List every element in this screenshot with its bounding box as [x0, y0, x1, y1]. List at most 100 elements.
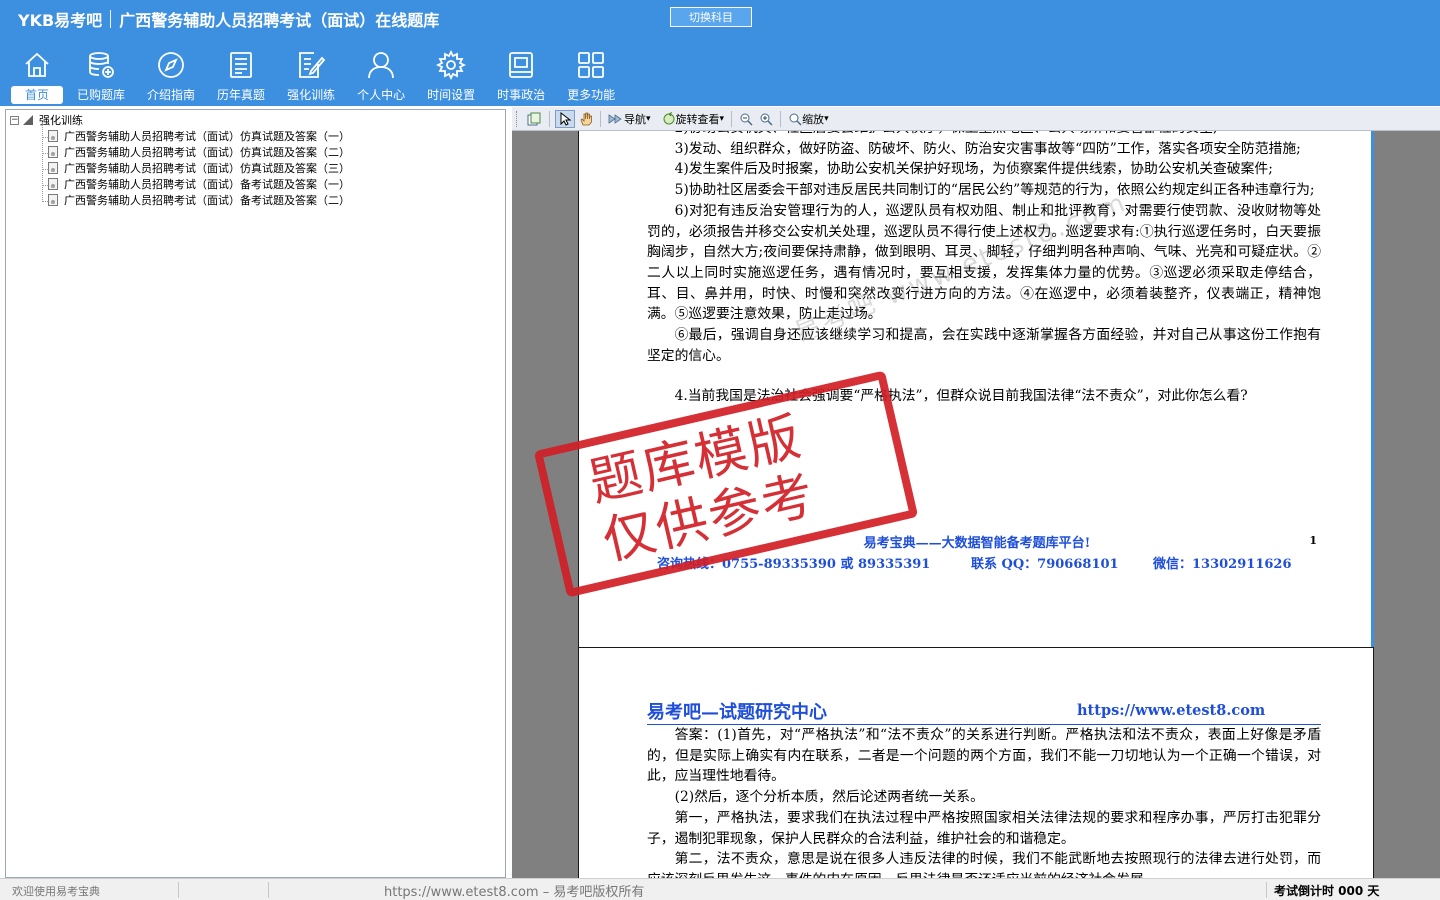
newspaper-icon — [509, 52, 534, 78]
grid-icon — [578, 52, 605, 78]
paragraph: 6)对犯有违反治安管理行为的人，巡逻队员有权劝阻、制止和批评教育，对需要行使罚款… — [647, 202, 1321, 323]
rotate-icon — [663, 111, 675, 124]
collapse-icon[interactable]: − — [10, 115, 19, 125]
tree-item-exam-5[interactable]: 广西警务辅助人员招聘考试（面试）备考试题及答案（二） — [48, 192, 350, 208]
toolbar-grip — [516, 110, 520, 127]
nav-profile[interactable]: 个人中心 — [346, 46, 416, 104]
paragraph: 5)协助社区居委会干部对违反居民共同制订的“居民公约”等规范的行为，依照公约规定… — [674, 182, 1315, 199]
document-icon — [48, 178, 58, 190]
title-separator — [110, 10, 112, 28]
nav-purchased-label: 已购题库 — [77, 88, 126, 102]
list-document-icon — [230, 52, 252, 78]
page-header-url[interactable]: https://www.etest8.com — [1077, 702, 1265, 719]
paragraph: 答案：(1)首先，对“严格执法”和“法不责众”的关系进行判断。严格执法和法不责众… — [647, 727, 1321, 785]
status-separator — [268, 882, 269, 898]
tree-item-label: 广西警务辅助人员招聘考试（面试）备考试题及答案（二） — [64, 194, 350, 207]
hand-tool-button[interactable] — [577, 110, 595, 128]
tree-item-label: 广西警务辅助人员招聘考试（面试）仿真试题及答案（三） — [64, 162, 350, 175]
paragraph: 第一，严格执法，要求我们在执法过程中严格按照国家相关法律法规的要求和程序办事，严… — [647, 809, 1321, 847]
nav-more[interactable]: 更多功能 — [556, 46, 626, 104]
page1-body: 2)协助公安机关、社区居委会维护公共秩序，保卫重点地区、公共场所和要害部位的安全… — [647, 118, 1321, 407]
gear-icon — [436, 50, 467, 80]
nav-past-exams-label: 历年真题 — [217, 88, 266, 102]
paragraph: 第二，法不责众，意思是说在很多人违反法律的时候，我们不能武断地去按照现行的法律去… — [647, 851, 1321, 878]
tree-item-exam-1[interactable]: 广西警务辅助人员招聘考试（面试）仿真试题及答案（一） — [48, 128, 350, 144]
toolbar-separator — [780, 110, 782, 127]
document-icon — [48, 130, 58, 142]
page-footer-qq: 联系 QQ：790668101 — [971, 557, 1119, 572]
zoom-in-button[interactable] — [757, 110, 775, 128]
app-header: YKB易考吧 广西警务辅助人员招聘考试（面试）在线题库 切换科目 首页 已购题库… — [0, 0, 1440, 106]
paragraph: 4.当前我国是法治社会强调要“严格执法”，但群众说目前我国法律“法不责众”，对此… — [674, 388, 1248, 405]
app-logo: YKB易考吧 — [18, 11, 103, 30]
zoom-in-icon — [760, 113, 773, 126]
nav-current-affairs[interactable]: 时事政治 — [486, 46, 556, 104]
nav-home[interactable]: 首页 — [8, 46, 66, 104]
nav-guide[interactable]: 介绍指南 — [136, 46, 206, 104]
page-header-title: 易考吧—试题研究中心 — [647, 702, 827, 723]
document-icon — [48, 162, 58, 174]
main-nav: 首页 已购题库 介绍指南 历年真题 强化训练 个人中心 时间设置 时事政治 更多… — [8, 46, 626, 104]
zoom-label: 缩放 — [802, 112, 825, 126]
tree-item-label: 广西警务辅助人员招聘考试（面试）仿真试题及答案（一） — [64, 130, 350, 143]
tree-item-exam-2[interactable]: 广西警务辅助人员招聘考试（面试）仿真试题及答案（二） — [48, 144, 350, 160]
magnifier-icon — [789, 113, 802, 126]
paragraph: ⑥最后，强调自身还应该继续学习和提高，会在实践中逐渐掌握各方面经验，并对自己从事… — [647, 327, 1321, 364]
document-page-2: 易考吧—试题研究中心 https://www.etest8.com 答案：(1)… — [578, 647, 1374, 878]
nav-more-label: 更多功能 — [567, 88, 616, 102]
tree-item-label: 广西警务辅助人员招聘考试（面试）仿真试题及答案（二） — [64, 146, 350, 159]
page2-body: 答案：(1)首先，对“严格执法”和“法不责众”的关系进行判断。严格执法和法不责众… — [647, 725, 1321, 878]
home-icon — [25, 52, 49, 77]
nav-current-affairs-label: 时事政治 — [497, 88, 546, 102]
zoom-out-button[interactable] — [737, 110, 755, 128]
status-copyright: https://www.etest8.com – 易考吧版权所有 — [384, 885, 645, 900]
select-tool-button[interactable] — [555, 109, 575, 128]
paragraph: (2)然后，逐个分析本质，然后论述两者统一关系。 — [674, 789, 984, 806]
zoom-button[interactable]: 缩放 — [786, 110, 831, 128]
page-footer-wechat: 微信：13302911626 — [1153, 557, 1292, 572]
nav-time-settings[interactable]: 时间设置 — [416, 46, 486, 104]
thumbnail-button[interactable] — [524, 110, 544, 128]
document-icon — [48, 146, 58, 158]
tree-root-label: 强化训练 — [39, 114, 83, 127]
document-icon — [48, 194, 58, 206]
viewer-toolbar: 导航 旋转查看 缩放 — [512, 107, 1440, 131]
pages-icon — [527, 112, 541, 125]
nav-home-label: 首页 — [11, 86, 64, 104]
tree-connector — [42, 122, 43, 200]
document-viewer[interactable]: 2)协助公安机关、社区居委会维护公共秩序，保卫重点地区、公共场所和要害部位的安全… — [512, 107, 1440, 878]
status-separator — [1266, 882, 1267, 898]
nav-training[interactable]: 强化训练 — [276, 46, 346, 104]
tree-root-training[interactable]: − 强化训练 — [10, 112, 83, 128]
page-footer-slogan: 易考宝典——大数据智能备考题库平台! — [863, 536, 1091, 551]
exam-title: 广西警务辅助人员招聘考试（面试）在线题库 — [119, 11, 440, 30]
rotate-label: 旋转查看 — [675, 112, 720, 126]
folder-icon — [23, 115, 33, 125]
cursor-icon — [560, 111, 572, 126]
navigate-icon — [608, 113, 622, 124]
page-footer-hotline: 咨询热线：0755-89335390 或 89335391 — [657, 557, 931, 572]
navigate-button[interactable]: 导航 — [606, 110, 653, 128]
edit-document-icon — [299, 52, 326, 78]
status-welcome: 欢迎使用易考宝典 — [12, 885, 100, 898]
rotate-button[interactable]: 旋转查看 — [660, 110, 727, 128]
exam-countdown: 考试倒计时 000 天 — [1274, 884, 1380, 898]
toolbar-separator — [731, 110, 733, 127]
question-tree[interactable]: − 强化训练 广西警务辅助人员招聘考试（面试）仿真试题及答案（一） 广西警务辅助… — [5, 109, 506, 878]
paragraph: 4)发生案件后及时报案，协助公安机关保护好现场，为侦察案件提供线索，协助公安机关… — [674, 161, 1273, 178]
tree-item-label: 广西警务辅助人员招聘考试（面试）备考试题及答案（一） — [64, 178, 350, 191]
toolbar-separator — [600, 110, 601, 127]
switch-subject-button[interactable]: 切换科目 — [670, 7, 752, 27]
status-bar: 欢迎使用易考宝典 https://www.etest8.com – 易考吧版权所… — [0, 878, 1440, 900]
nav-purchased[interactable]: 已购题库 — [66, 46, 136, 104]
tree-item-exam-4[interactable]: 广西警务辅助人员招聘考试（面试）备考试题及答案（一） — [48, 176, 350, 192]
nav-past-exams[interactable]: 历年真题 — [206, 46, 276, 104]
nav-training-label: 强化训练 — [287, 88, 336, 102]
tree-item-exam-3[interactable]: 广西警务辅助人员招聘考试（面试）仿真试题及答案（三） — [48, 160, 350, 176]
nav-profile-label: 个人中心 — [357, 88, 406, 102]
app-title: YKB易考吧 广西警务辅助人员招聘考试（面试）在线题库 — [18, 8, 439, 30]
compass-icon — [158, 52, 184, 78]
hand-icon — [580, 112, 592, 125]
zoom-out-icon — [740, 113, 753, 126]
navigate-label: 导航 — [624, 112, 646, 126]
